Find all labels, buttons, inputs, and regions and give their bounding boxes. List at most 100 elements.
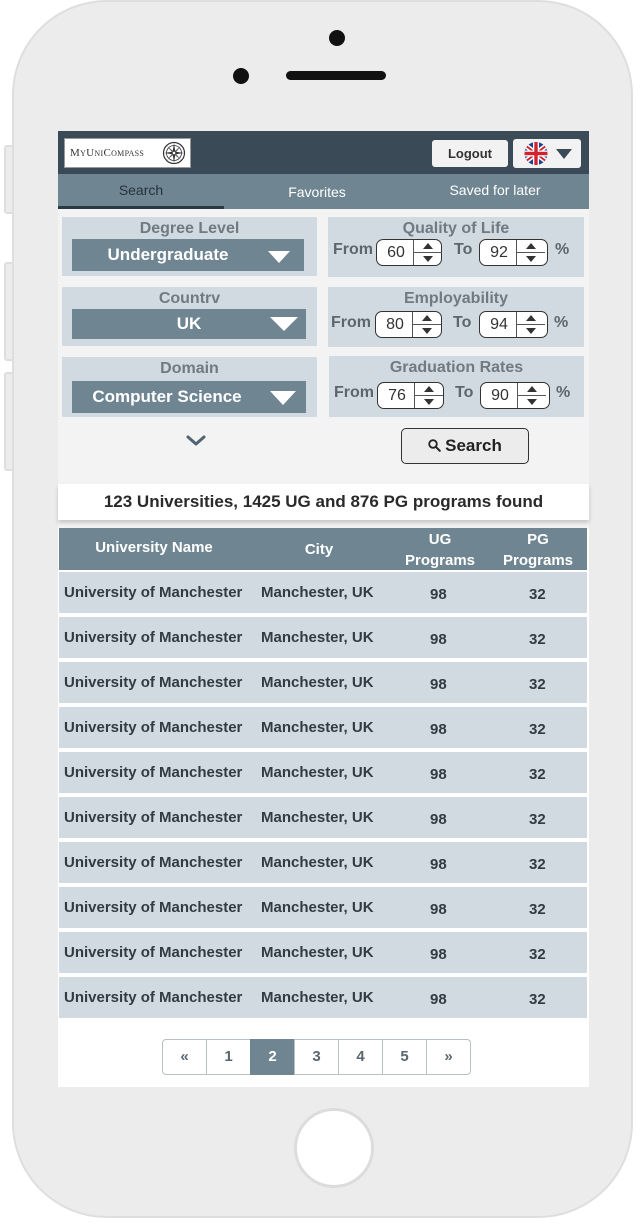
pagination: « 1 2 3 4 5 » — [162, 1039, 471, 1075]
employability-label: Employability — [403, 290, 509, 307]
tab-saved-for-later[interactable]: Saved for later — [410, 174, 580, 209]
home-button[interactable] — [294, 1108, 374, 1188]
degree-level-value: Undergraduate — [107, 245, 229, 264]
dropdown-arrow-icon — [270, 317, 298, 331]
graduation-rates-label: Graduation Rates — [389, 359, 524, 376]
pg-programs-cell: 32 — [529, 856, 546, 873]
search-icon — [428, 439, 441, 452]
front-camera — [329, 30, 345, 46]
employability-filter: Employability From 80 To 94 % — [328, 287, 584, 347]
increment-icon[interactable] — [526, 315, 536, 321]
ug-programs-cell: 98 — [430, 631, 447, 648]
university-name-cell: University of Manchester — [64, 809, 243, 826]
pagination-next[interactable]: » — [426, 1039, 471, 1075]
pagination-page-2[interactable]: 2 — [250, 1039, 295, 1075]
pg-programs-cell: 32 — [529, 901, 546, 918]
ug-programs-cell: 98 — [430, 856, 447, 873]
city-cell: Manchester, UK — [261, 944, 374, 961]
to-label: To — [454, 241, 473, 258]
search-button-label: Search — [445, 436, 502, 455]
ug-programs-cell: 98 — [430, 766, 447, 783]
ug-header-line2: Programs — [404, 552, 476, 569]
city-cell: Manchester, UK — [261, 809, 374, 826]
column-header-university-name[interactable]: University Name — [63, 539, 245, 556]
percent-unit: % — [556, 384, 571, 401]
from-label: From — [334, 384, 374, 401]
domain-select[interactable]: Computer Science — [72, 381, 306, 413]
from-label: From — [333, 241, 373, 258]
filter-panel: Degree Level Undergraduate Countrv UK Do… — [58, 209, 589, 529]
employability-to-stepper[interactable]: 94 — [479, 311, 548, 338]
stepper-value: 76 — [388, 387, 406, 404]
increment-icon[interactable] — [526, 243, 536, 249]
quality-of-life-to-stepper[interactable]: 92 — [479, 239, 548, 266]
quality-of-life-label: Quality of Life — [402, 220, 510, 237]
pg-header-line1: PG — [527, 531, 549, 548]
graduation-rates-from-stepper[interactable]: 76 — [377, 382, 444, 409]
chevron-down-icon[interactable] — [185, 434, 207, 448]
tab-search[interactable]: Search — [58, 174, 224, 209]
increment-icon[interactable] — [424, 386, 434, 392]
table-row[interactable]: University of Manchester Manchester, UK 98… — [59, 887, 587, 928]
pagination-page-3[interactable]: 3 — [294, 1039, 339, 1075]
table-row[interactable]: University of Manchester Manchester, UK 98… — [59, 932, 587, 973]
domain-label: Domain — [160, 360, 219, 377]
app-screen: MyUniCompass Logout Search Favorites Sav… — [58, 131, 589, 1087]
graduation-rates-to-stepper[interactable]: 90 — [480, 382, 550, 409]
pg-programs-cell: 32 — [529, 676, 546, 693]
dropdown-arrow-icon — [270, 391, 296, 405]
decrement-icon[interactable] — [526, 328, 536, 334]
university-name-cell: University of Manchester — [64, 584, 243, 601]
country-filter: Countrv UK — [62, 287, 317, 346]
table-row[interactable]: University of Manchester Manchester, UK 98… — [59, 977, 587, 1018]
decrement-icon[interactable] — [526, 256, 536, 262]
increment-icon[interactable] — [422, 315, 432, 321]
decrement-icon[interactable] — [527, 399, 537, 405]
city-cell: Manchester, UK — [261, 719, 374, 736]
decrement-icon[interactable] — [424, 399, 434, 405]
logout-button[interactable]: Logout — [432, 140, 508, 167]
uk-flag-icon — [524, 142, 548, 165]
ug-programs-cell: 98 — [430, 721, 447, 738]
university-name-cell: University of Manchester — [64, 854, 243, 871]
ug-programs-cell: 98 — [430, 991, 447, 1008]
employability-from-stepper[interactable]: 80 — [375, 311, 442, 338]
logo[interactable]: MyUniCompass — [64, 138, 191, 168]
table-row[interactable]: University of Manchester Manchester, UK 98… — [59, 842, 587, 883]
to-label: To — [455, 384, 474, 401]
decrement-icon[interactable] — [423, 256, 433, 262]
pg-programs-cell: 32 — [529, 991, 546, 1008]
city-cell: Manchester, UK — [261, 899, 374, 916]
tab-favorites[interactable]: Favorites — [232, 174, 402, 209]
pagination-page-5[interactable]: 5 — [382, 1039, 427, 1075]
pagination-page-4[interactable]: 4 — [338, 1039, 383, 1075]
university-name-cell: University of Manchester — [64, 899, 243, 916]
ug-programs-cell: 98 — [430, 946, 447, 963]
table-row[interactable]: University of Manchester Manchester, UK 98… — [59, 752, 587, 793]
city-cell: Manchester, UK — [261, 674, 374, 691]
quality-of-life-from-stepper[interactable]: 60 — [376, 239, 442, 266]
country-select[interactable]: UK — [72, 309, 306, 339]
table-row[interactable]: University of Manchester Manchester, UK 98… — [59, 572, 587, 613]
search-button[interactable]: Search — [401, 428, 529, 464]
increment-icon[interactable] — [423, 243, 433, 249]
column-header-city[interactable]: City — [259, 541, 379, 558]
pagination-prev[interactable]: « — [162, 1039, 207, 1075]
table-row[interactable]: University of Manchester Manchester, UK 98… — [59, 662, 587, 703]
column-header-ug-programs[interactable]: UG Programs — [395, 529, 485, 571]
university-name-cell: University of Manchester — [64, 674, 243, 691]
column-header-pg-programs[interactable]: PG Programs — [493, 529, 583, 571]
pg-header-line2: Programs — [502, 552, 574, 569]
table-row[interactable]: University of Manchester Manchester, UK 98… — [59, 617, 587, 658]
graduation-rates-filter: Graduation Rates From 76 To 90 % — [329, 356, 584, 417]
pagination-page-1[interactable]: 1 — [206, 1039, 251, 1075]
table-row[interactable]: University of Manchester Manchester, UK 98… — [59, 797, 587, 838]
increment-icon[interactable] — [527, 386, 537, 392]
table-row[interactable]: University of Manchester Manchester, UK 98… — [59, 707, 587, 748]
domain-filter: Domain Computer Science — [62, 357, 317, 417]
ug-programs-cell: 98 — [430, 901, 447, 918]
language-selector[interactable] — [513, 139, 581, 168]
degree-level-select[interactable]: Undergraduate — [72, 239, 304, 271]
decrement-icon[interactable] — [422, 328, 432, 334]
to-label: To — [453, 314, 472, 331]
